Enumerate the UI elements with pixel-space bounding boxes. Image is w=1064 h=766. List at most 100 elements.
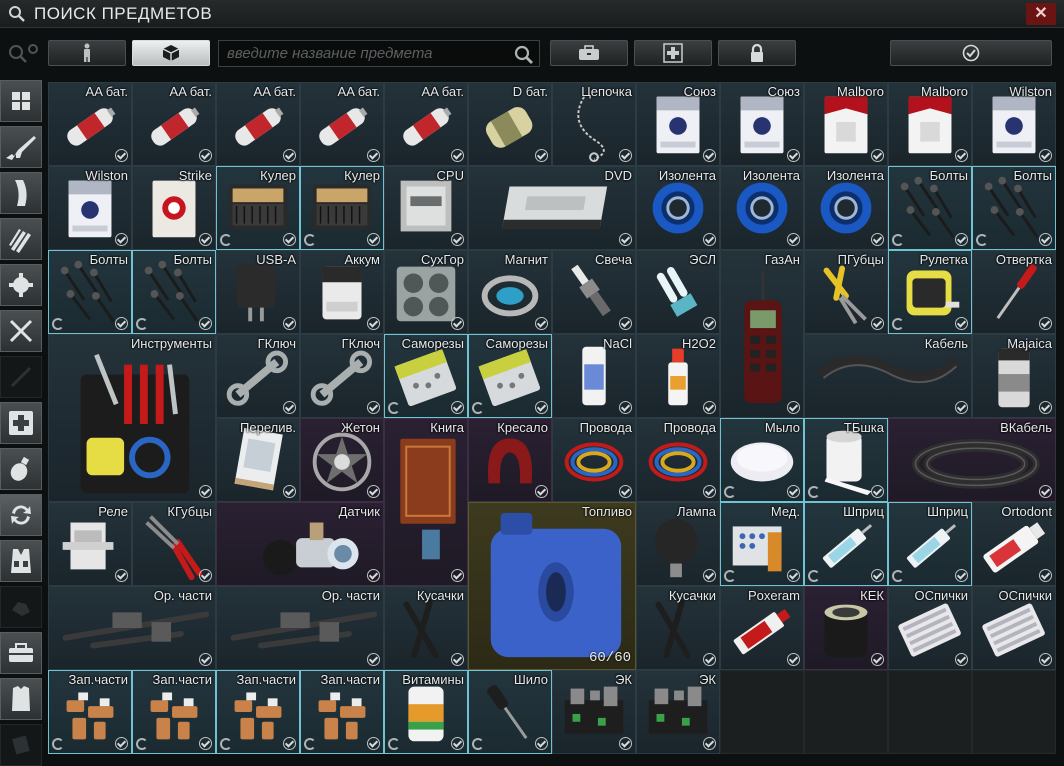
checkmark-icon[interactable] <box>619 317 632 330</box>
search-icon[interactable] <box>514 45 534 65</box>
checkmark-icon[interactable] <box>1039 401 1052 414</box>
checkmark-icon[interactable] <box>535 401 548 414</box>
category-weapons[interactable] <box>0 126 42 168</box>
checkmark-icon[interactable] <box>367 485 380 498</box>
checkmark-icon[interactable] <box>703 653 716 666</box>
checkmark-icon[interactable] <box>115 317 128 330</box>
checkmark-icon[interactable] <box>619 737 632 750</box>
category-barter[interactable] <box>0 494 42 536</box>
checkmark-icon[interactable] <box>199 317 212 330</box>
item-slot-spark-plug[interactable]: Свеча <box>552 250 636 334</box>
item-slot-soap[interactable]: Мыло <box>720 418 804 502</box>
item-slot-fittings[interactable]: Зап.части <box>300 670 384 754</box>
item-slot-gas-analyzer[interactable]: ГазАн <box>720 250 804 418</box>
checkmark-icon[interactable] <box>871 653 884 666</box>
category-keys[interactable] <box>0 586 42 628</box>
item-slot-gun-parts[interactable]: Ор. части <box>48 586 216 670</box>
item-slot-glue-tube[interactable]: Poxeram <box>720 586 804 670</box>
checkmark-icon[interactable] <box>871 233 884 246</box>
item-slot-cigarettes-blue[interactable]: Wilston <box>48 166 132 250</box>
item-slot-pliers-red[interactable]: КГубцы <box>132 502 216 586</box>
checkmark-icon[interactable] <box>619 149 632 162</box>
category-armor[interactable] <box>0 678 42 720</box>
checkmark-icon[interactable] <box>451 401 464 414</box>
checkmark-icon[interactable] <box>955 149 968 162</box>
item-slot-cigarettes-strike[interactable]: Strike <box>132 166 216 250</box>
checkmark-icon[interactable] <box>451 653 464 666</box>
checkmark-icon[interactable] <box>283 485 296 498</box>
checkmark-icon[interactable] <box>367 233 380 246</box>
category-grenades[interactable] <box>0 448 42 490</box>
search-input[interactable] <box>218 40 540 67</box>
item-slot-toilet-paper[interactable]: ТБшка <box>804 418 888 502</box>
checkmark-icon[interactable] <box>955 233 968 246</box>
checkmark-icon[interactable] <box>367 569 380 582</box>
checkmark-icon[interactable] <box>367 737 380 750</box>
item-slot-chain[interactable]: Цепочка <box>552 82 636 166</box>
item-slot-battery-aa[interactable]: AA бат. <box>300 82 384 166</box>
item-slot-matches[interactable]: ОСпички <box>972 586 1056 670</box>
item-slot-dvd[interactable]: DVD <box>468 166 636 250</box>
item-slot-cutters[interactable]: Кусачки <box>636 586 720 670</box>
checkmark-icon[interactable] <box>703 317 716 330</box>
checkmark-icon[interactable] <box>283 233 296 246</box>
checkmark-icon[interactable] <box>367 317 380 330</box>
item-slot-cpu[interactable]: CPU <box>384 166 468 250</box>
checkmark-icon[interactable] <box>115 569 128 582</box>
checkmark-icon[interactable] <box>283 737 296 750</box>
item-slot-flint[interactable]: Кресало <box>468 418 552 502</box>
checkmark-icon[interactable] <box>367 401 380 414</box>
item-slot-pliers[interactable]: ПГубцы <box>804 250 888 334</box>
item-slot-bolts[interactable]: Болты <box>972 166 1056 250</box>
checkmark-icon[interactable] <box>787 485 800 498</box>
checkmark-icon[interactable] <box>1039 569 1052 582</box>
item-slot-bolts[interactable]: Болты <box>48 250 132 334</box>
item-slot-battery-d[interactable]: D бат. <box>468 82 552 166</box>
item-slot-vitamins[interactable]: Витамины <box>384 670 468 754</box>
item-slot-cooler[interactable]: Кулер <box>216 166 300 250</box>
category-medical[interactable] <box>0 402 42 444</box>
checkmark-icon[interactable] <box>955 317 968 330</box>
item-slot-cigarettes-blue[interactable]: Союз <box>720 82 804 166</box>
category-ammo[interactable] <box>0 218 42 260</box>
item-slot-wrench[interactable]: ГКлюч <box>300 334 384 418</box>
checkmark-icon[interactable] <box>199 485 212 498</box>
checkmark-icon[interactable] <box>955 401 968 414</box>
item-slot-screws[interactable]: Саморезы <box>468 334 552 418</box>
checkmark-icon[interactable] <box>1039 485 1052 498</box>
filter-case-button[interactable] <box>550 40 628 66</box>
checkmark-icon[interactable] <box>199 653 212 666</box>
filter-locked-button[interactable] <box>718 40 796 66</box>
item-slot-cigarettes-blue[interactable]: Союз <box>636 82 720 166</box>
checkmark-icon[interactable] <box>451 317 464 330</box>
close-button[interactable]: ✕ <box>1026 3 1056 25</box>
filter-character-button[interactable] <box>48 40 126 66</box>
checkmark-icon[interactable] <box>199 233 212 246</box>
checkmark-icon[interactable] <box>787 149 800 162</box>
item-slot-cfl-bulb[interactable]: ЭСЛ <box>636 250 720 334</box>
category-provisions[interactable] <box>0 310 42 352</box>
checkmark-icon[interactable] <box>703 569 716 582</box>
checkmark-icon[interactable] <box>115 233 128 246</box>
checkmark-icon[interactable] <box>535 485 548 498</box>
checkmark-icon[interactable] <box>115 149 128 162</box>
checkmark-icon[interactable] <box>703 149 716 162</box>
checkmark-icon[interactable] <box>451 569 464 582</box>
item-slot-battery-pack[interactable]: Аккум <box>300 250 384 334</box>
checkmark-icon[interactable] <box>787 569 800 582</box>
item-slot-cigarettes-blue[interactable]: Wilston <box>972 82 1056 166</box>
item-slot-meds[interactable]: Мед. <box>720 502 804 586</box>
checkmark-icon[interactable] <box>535 149 548 162</box>
item-slot-screwdriver[interactable]: Отвертка <box>972 250 1056 334</box>
item-slot-lamp[interactable]: Лампа <box>636 502 720 586</box>
checkmark-icon[interactable] <box>535 737 548 750</box>
filter-items-button[interactable] <box>132 40 210 66</box>
item-slot-can[interactable]: Majaica <box>972 334 1056 418</box>
item-slot-circuit[interactable]: ЭК <box>552 670 636 754</box>
item-slot-magnet[interactable]: Магнит <box>468 250 552 334</box>
item-slot-fittings[interactable]: Зап.части <box>132 670 216 754</box>
checkmark-icon[interactable] <box>703 233 716 246</box>
item-slot-sensor[interactable]: Датчик <box>216 502 384 586</box>
item-slot-cable[interactable]: Кабель <box>804 334 972 418</box>
item-slot-bag[interactable]: Перелив. <box>216 418 300 502</box>
